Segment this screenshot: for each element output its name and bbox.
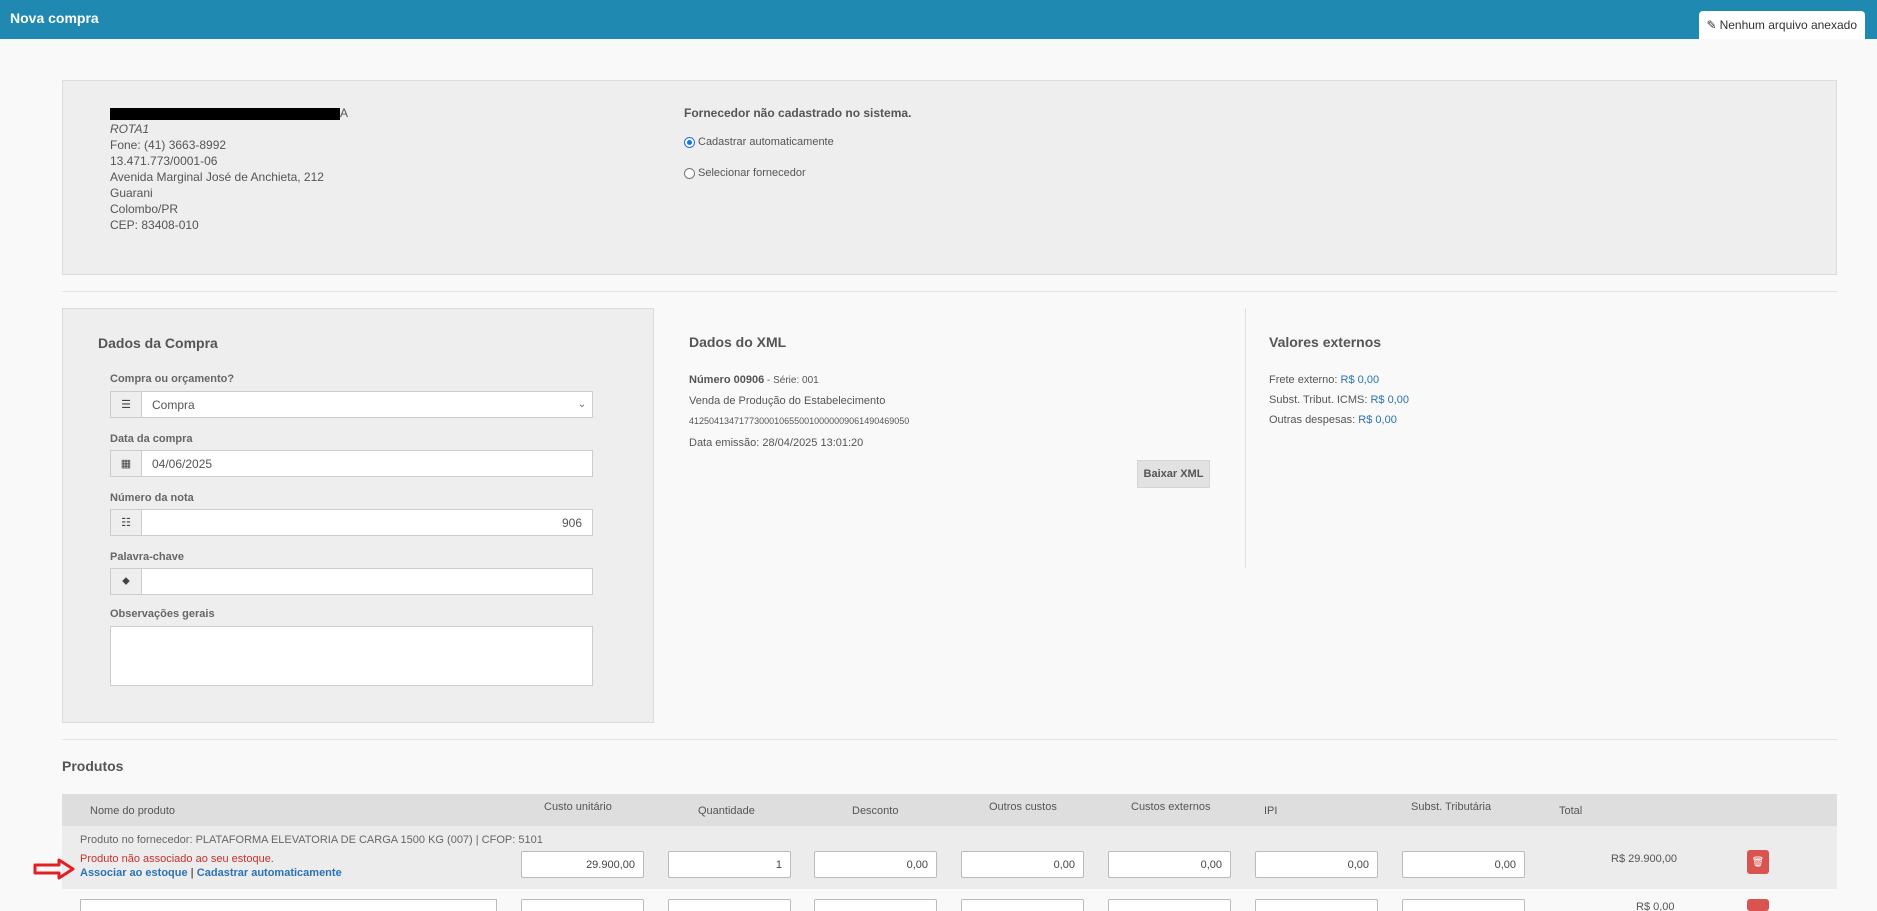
- external-other: Outras despesas: R$ 0,00: [1269, 414, 1397, 426]
- associate-stock-link[interactable]: Associar ao estoque: [80, 867, 188, 879]
- arrow-right-icon: [33, 858, 75, 880]
- tags-icon: ⬥: [111, 569, 142, 594]
- auto-register-link[interactable]: Cadastrar automaticamente: [197, 867, 342, 879]
- row-total: R$ 0,00: [1636, 901, 1675, 911]
- col-ipi: IPI: [1264, 805, 1278, 817]
- xml-title: Dados do XML: [689, 334, 787, 350]
- supplier-cep: CEP: 83408-010: [110, 218, 199, 232]
- keyword-value: [142, 569, 592, 594]
- other-costs-input[interactable]: [961, 899, 1084, 911]
- col-external-costs: Custos externos: [1131, 801, 1211, 813]
- supplier-phone: Fone: (41) 3663-8992: [110, 138, 227, 152]
- xml-number: Número 00906: [689, 374, 765, 386]
- supplier-city: Colombo/PR: [110, 202, 179, 216]
- radio-auto-register[interactable]: Cadastrar automaticamente: [684, 136, 911, 148]
- trash-icon: 🗑: [1751, 856, 1765, 868]
- supplier-info: A ROTA1 Fone: (41) 3663-8992 13.471.773/…: [110, 105, 348, 233]
- delete-row-button[interactable]: [1747, 899, 1769, 911]
- supplier-name: A: [110, 105, 348, 121]
- divider: [62, 739, 1837, 740]
- supplier-product-text: Produto no fornecedor: PLATAFORMA ELEVAT…: [80, 834, 543, 846]
- note-number-input[interactable]: ☷ 906: [110, 509, 593, 536]
- keyword-input[interactable]: ⬥: [110, 568, 593, 595]
- row-total: R$ 29.900,00: [1611, 853, 1678, 865]
- quantity-input[interactable]: 1: [668, 851, 791, 878]
- quantity-input[interactable]: [668, 899, 791, 911]
- observations-textarea[interactable]: [110, 626, 593, 686]
- supplier-trade-name: ROTA1: [110, 122, 150, 136]
- subst-input[interactable]: 0,00: [1402, 851, 1525, 878]
- supplier-district: Guarani: [110, 186, 153, 200]
- delete-row-button[interactable]: 🗑: [1747, 850, 1769, 874]
- purchase-type-label: Compra ou orçamento?: [110, 373, 235, 385]
- col-quantity: Quantidade: [698, 805, 755, 817]
- observations-label: Observações gerais: [110, 608, 215, 620]
- purchase-type-select[interactable]: ☰ Compra ⌄: [110, 391, 593, 418]
- external-freight-value[interactable]: R$ 0,00: [1341, 374, 1380, 386]
- keyword-label: Palavra-chave: [110, 551, 184, 563]
- supplier-options: Fornecedor não cadastrado no sistema. Ca…: [684, 106, 911, 179]
- other-costs-input[interactable]: 0,00: [961, 851, 1084, 878]
- col-discount: Desconto: [852, 805, 899, 817]
- external-other-value[interactable]: R$ 0,00: [1358, 414, 1397, 426]
- attachment-label: Nenhum arquivo anexado: [1719, 18, 1857, 32]
- xml-nature: Venda de Produção do Estabelecimento: [689, 395, 886, 407]
- not-associated-warning: Produto não associado ao seu estoque.: [80, 853, 274, 865]
- products-title: Produtos: [62, 758, 124, 774]
- purchase-date-value: 04/06/2025: [152, 456, 213, 471]
- purchase-type-value: Compra: [152, 397, 195, 412]
- paperclip-icon: ✎: [1706, 18, 1717, 32]
- xml-number-line: Número 00906 - Série: 001: [689, 374, 819, 386]
- radio-checked-icon[interactable]: [684, 136, 695, 148]
- purchase-date-label: Data da compra: [110, 433, 193, 445]
- purchase-title: Dados da Compra: [98, 335, 218, 351]
- radio-select-supplier[interactable]: Selecionar fornecedor: [684, 167, 911, 179]
- attachment-tab[interactable]: ✎ Nenhum arquivo anexado: [1698, 11, 1865, 39]
- vertical-divider: [1245, 308, 1246, 568]
- download-xml-button[interactable]: Baixar XML: [1137, 460, 1210, 488]
- divider: [62, 291, 1837, 292]
- link-separator: |: [190, 867, 194, 879]
- page-title: Nova compra: [10, 10, 99, 26]
- subst-input[interactable]: [1402, 899, 1525, 911]
- redacted-block: [110, 107, 340, 120]
- external-freight: Frete externo: R$ 0,00: [1269, 374, 1380, 386]
- col-other-costs: Outros custos: [989, 801, 1057, 813]
- numbered-list-icon: ☷: [111, 510, 142, 535]
- xml-emission-date: Data emissão: 28/04/2025 13:01:20: [689, 437, 864, 449]
- radio-unchecked-icon[interactable]: [684, 167, 695, 179]
- note-number-value: 906: [561, 515, 582, 530]
- supplier-cnpj: 13.471.773/0001-06: [110, 154, 218, 168]
- list-icon: ☰: [111, 392, 142, 417]
- top-bar: Nova compra: [0, 0, 1877, 39]
- external-costs-input[interactable]: [1108, 899, 1231, 911]
- ipi-input[interactable]: 0,00: [1255, 851, 1378, 878]
- col-subst: Subst. Tributária: [1411, 801, 1492, 813]
- col-total: Total: [1559, 805, 1583, 817]
- external-icms-value[interactable]: R$ 0,00: [1370, 394, 1409, 406]
- product-actions: Associar ao estoque | Cadastrar automati…: [80, 867, 342, 879]
- purchase-date-input[interactable]: ▦ 04/06/2025: [110, 450, 593, 477]
- xml-series: - Série: 001: [764, 375, 819, 386]
- radio-auto-label: Cadastrar automaticamente: [698, 136, 834, 148]
- product-search-input[interactable]: [80, 899, 497, 911]
- discount-input[interactable]: [814, 899, 937, 911]
- supplier-address: Avenida Marginal José de Anchieta, 212: [110, 170, 324, 184]
- external-title: Valores externos: [1269, 334, 1382, 350]
- external-icms: Subst. Tribut. ICMS: R$ 0,00: [1269, 394, 1410, 406]
- xml-access-key: 4125041347177300010655001000000906149046…: [689, 416, 910, 426]
- calendar-icon: ▦: [111, 451, 142, 476]
- supplier-not-registered: Fornecedor não cadastrado no sistema.: [684, 106, 912, 120]
- col-unit-cost: Custo unitário: [544, 801, 612, 813]
- discount-input[interactable]: 0,00: [814, 851, 937, 878]
- external-costs-input[interactable]: 0,00: [1108, 851, 1231, 878]
- radio-select-label: Selecionar fornecedor: [698, 167, 806, 179]
- unit-cost-input[interactable]: [521, 899, 644, 911]
- col-product-name: Nome do produto: [90, 805, 175, 817]
- ipi-input[interactable]: [1255, 899, 1378, 911]
- unit-cost-input[interactable]: 29.900,00: [521, 851, 644, 878]
- note-number-label: Número da nota: [110, 492, 194, 504]
- chevron-down-icon: ⌄: [577, 399, 587, 410]
